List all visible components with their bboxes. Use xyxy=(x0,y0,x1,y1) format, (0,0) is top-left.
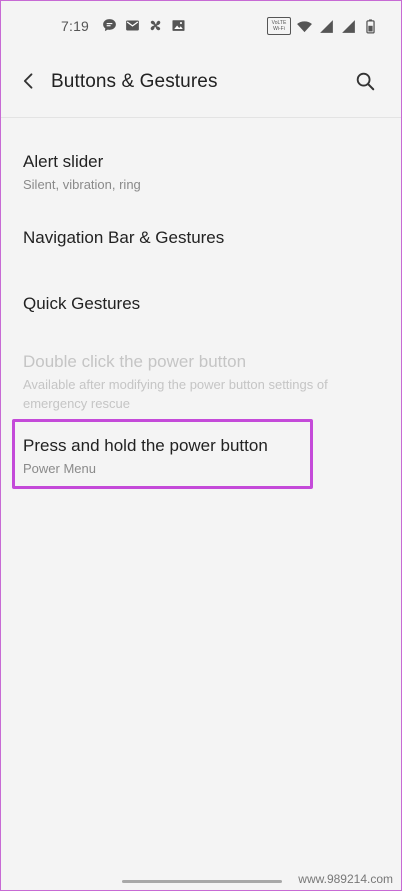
setting-item-alert-slider[interactable]: Alert slider Silent, vibration, ring xyxy=(1,151,401,194)
signal-icon xyxy=(318,18,335,35)
status-bar: 7:19 VoLTE Wi-Fi xyxy=(1,1,401,51)
setting-item-press-hold-power[interactable]: Press and hold the power button Power Me… xyxy=(1,435,401,478)
setting-subtitle: Power Menu xyxy=(23,461,96,476)
setting-subtitle: Silent, vibration, ring xyxy=(23,177,141,192)
setting-title: Alert slider xyxy=(23,152,104,171)
screen: 7:19 VoLTE Wi-Fi Buttons & Gestures Aler… xyxy=(0,0,402,891)
back-button[interactable] xyxy=(15,69,43,97)
back-arrow-icon xyxy=(19,71,39,96)
setting-subtitle: Available after modifying the power butt… xyxy=(23,377,328,411)
setting-title: Navigation Bar & Gestures xyxy=(23,228,225,247)
notification-icons xyxy=(101,17,187,34)
search-icon xyxy=(354,70,376,97)
fan-icon xyxy=(147,17,164,34)
setting-item-quick-gestures[interactable]: Quick Gestures xyxy=(1,293,401,315)
setting-title: Double click the power button xyxy=(23,352,247,371)
setting-title: Quick Gestures xyxy=(23,294,141,313)
image-icon xyxy=(170,17,187,34)
gesture-nav-handle[interactable] xyxy=(122,880,282,883)
setting-item-double-click-power: Double click the power button Available … xyxy=(1,351,401,413)
status-time: 7:19 xyxy=(61,18,90,34)
chat-bubble-icon xyxy=(101,17,118,34)
wifi-calling-label: Wi-Fi xyxy=(273,26,285,32)
app-bar-divider xyxy=(1,117,401,118)
system-status-icons: VoLTE Wi-Fi xyxy=(267,17,379,35)
signal-icon xyxy=(340,18,357,35)
watermark: www.989214.com xyxy=(298,872,393,886)
wifi-icon xyxy=(296,18,313,35)
setting-item-navigation-bar[interactable]: Navigation Bar & Gestures xyxy=(1,227,401,249)
page-title: Buttons & Gestures xyxy=(51,71,218,92)
mail-icon xyxy=(124,17,141,34)
volte-wifi-icon: VoLTE Wi-Fi xyxy=(267,17,291,35)
battery-icon xyxy=(362,18,379,35)
setting-title: Press and hold the power button xyxy=(23,436,268,455)
app-bar: Buttons & Gestures xyxy=(1,51,401,115)
search-button[interactable] xyxy=(351,69,379,97)
